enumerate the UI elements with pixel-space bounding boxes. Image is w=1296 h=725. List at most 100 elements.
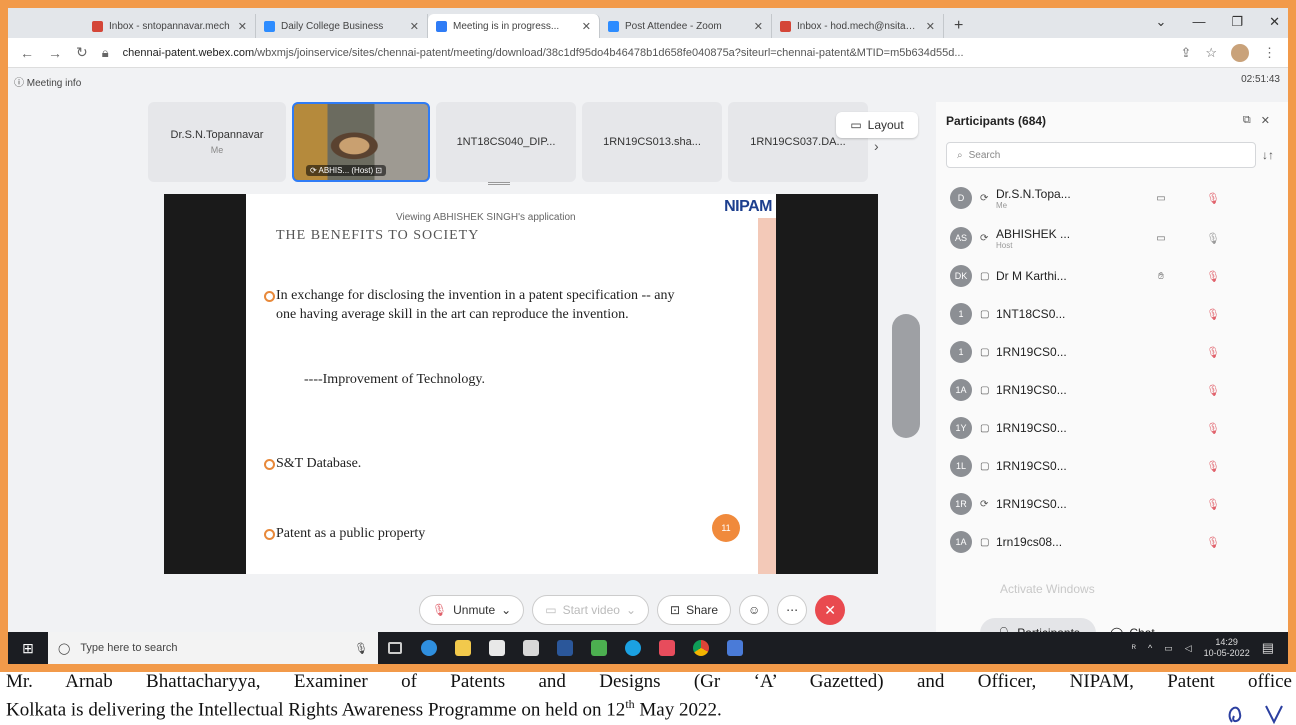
photos-icon[interactable] bbox=[582, 632, 616, 664]
avatar: 1R bbox=[950, 493, 972, 515]
browser-tab-3[interactable]: Post Attendee - Zoom ✕ bbox=[600, 14, 772, 38]
video-icon: ▭ bbox=[1156, 232, 1166, 244]
participants-title: Participants (684) bbox=[946, 114, 1047, 128]
participant-row[interactable]: DK ▢ Dr M Karthi... ✋︎ 🎙︎ bbox=[950, 258, 1250, 294]
mic-muted-icon: 🎙︎ bbox=[1206, 192, 1220, 205]
desktop-client-icon: ▢ bbox=[980, 422, 990, 434]
avatar: 1L bbox=[950, 455, 972, 477]
reload-icon[interactable]: ↻ bbox=[76, 44, 88, 61]
participant-row[interactable]: 1A ▢ 1RN19CS0... 🎙︎ bbox=[950, 372, 1250, 408]
screenshot: Inbox - sntopannavar.mech ✕ Daily College… bbox=[8, 8, 1288, 664]
microphone-icon[interactable]: 🎙︎ bbox=[354, 642, 368, 655]
close-tab-icon[interactable]: ✕ bbox=[582, 20, 591, 33]
meeting-info-link[interactable]: ⓘ Meeting info bbox=[14, 74, 81, 89]
people-icon[interactable]: ᴿ bbox=[1132, 643, 1136, 653]
slide-bullet: In exchange for disclosing the invention… bbox=[264, 286, 686, 324]
slide-stripe bbox=[758, 218, 776, 574]
profile-avatar[interactable] bbox=[1231, 43, 1249, 62]
close-tab-icon[interactable]: ✕ bbox=[410, 20, 419, 33]
gmail-icon bbox=[92, 20, 103, 32]
browser-tab-1[interactable]: Daily College Business ✕ bbox=[256, 14, 428, 38]
mail-icon[interactable] bbox=[514, 632, 548, 664]
close-tab-icon[interactable]: ✕ bbox=[926, 20, 935, 33]
participant-name: 1NT18CS0... bbox=[996, 307, 1066, 321]
windows-start-icon[interactable]: ⊞ bbox=[8, 640, 48, 657]
share-button[interactable]: ⊡ Share bbox=[657, 595, 732, 625]
leave-meeting-button[interactable]: ✕ bbox=[815, 595, 846, 625]
browser-tab-4[interactable]: Inbox - hod.mech@nsitac.in ✕ bbox=[772, 14, 944, 38]
share-page-icon[interactable]: ⇪ bbox=[1180, 45, 1191, 61]
participant-row[interactable]: 1Y ▢ 1RN19CS0... 🎙︎ bbox=[950, 410, 1250, 446]
close-window-icon[interactable]: ✕ bbox=[1269, 14, 1280, 30]
browser-tab-0[interactable]: Inbox - sntopannavar.mech ✕ bbox=[84, 14, 256, 38]
host-video-thumbnail[interactable]: ⟳ ABHIS... (Host) ⊡ bbox=[292, 102, 430, 182]
address-bar: ← → ↻ 🔒︎ chennai-patent.webex.com/wbxmjs… bbox=[8, 38, 1288, 68]
reactions-button[interactable]: ☺ bbox=[739, 595, 770, 625]
new-tab-button[interactable]: + bbox=[944, 14, 973, 38]
participant-row[interactable]: 1 ▢ 1RN19CS0... 🎙︎ bbox=[950, 334, 1250, 370]
bookmark-star-icon[interactable]: ☆ bbox=[1205, 45, 1217, 61]
mic-muted-icon: 🎙︎ bbox=[431, 603, 448, 617]
more-options-button[interactable]: ⋯ bbox=[777, 595, 808, 625]
host-label: ⟳ ABHIS... (Host) ⊡ bbox=[306, 165, 387, 176]
taskbar-clock[interactable]: 14:29 10-05-2022 bbox=[1204, 637, 1250, 659]
avatar: DK bbox=[950, 265, 972, 287]
menu-icon[interactable]: ⋮ bbox=[1263, 45, 1276, 61]
close-panel-icon[interactable]: ✕ bbox=[1261, 114, 1270, 127]
task-view-icon[interactable] bbox=[378, 632, 412, 664]
word-icon[interactable] bbox=[548, 632, 582, 664]
participant-row[interactable]: 1L ▢ 1RN19CS0... 🎙︎ bbox=[950, 448, 1250, 484]
window-controls: ⌄ — ❐ ✕ bbox=[1156, 14, 1280, 30]
file-explorer-icon[interactable] bbox=[446, 632, 480, 664]
restore-icon[interactable]: ❐ bbox=[1231, 14, 1243, 30]
self-thumbnail[interactable]: Dr.S.N.Topannavar Me bbox=[148, 102, 286, 182]
forward-icon[interactable]: → bbox=[48, 45, 62, 61]
strip-resize-handle[interactable] bbox=[488, 182, 510, 185]
participant-row[interactable]: 1 ▢ 1NT18CS0... 🎙︎ bbox=[950, 296, 1250, 332]
network-icon[interactable]: ▭ bbox=[1164, 643, 1173, 654]
lock-icon[interactable]: 🔒︎ bbox=[102, 45, 109, 61]
store-icon[interactable] bbox=[480, 632, 514, 664]
browser-tab-2[interactable]: Meeting is in progress... ✕ bbox=[428, 14, 600, 38]
tab-favicon bbox=[264, 20, 275, 32]
notifications-icon[interactable]: ▤ bbox=[1262, 640, 1274, 656]
popout-icon[interactable]: ⧉ bbox=[1243, 114, 1251, 127]
close-tab-icon[interactable]: ✕ bbox=[238, 20, 247, 33]
desktop-client-icon: ▢ bbox=[980, 460, 990, 472]
chrome-icon[interactable] bbox=[684, 632, 718, 664]
participant-thumbnail[interactable]: 1RN19CS013.sha... bbox=[582, 102, 722, 182]
participant-row[interactable]: AS ⟳ ABHISHEK ... Host ▭ 🎙︎ bbox=[950, 220, 1250, 256]
avatar: 1A bbox=[950, 531, 972, 553]
layout-button[interactable]: ▭ Layout bbox=[836, 112, 918, 138]
annotation-toolbar[interactable] bbox=[892, 314, 920, 438]
chevron-right-icon[interactable]: › bbox=[874, 138, 879, 154]
share-icon: ⊡ bbox=[670, 603, 681, 617]
volume-icon[interactable]: ◁ bbox=[1185, 643, 1192, 654]
participant-search-input[interactable]: ⌕ Search bbox=[946, 142, 1256, 168]
browser-tab-bar: Inbox - sntopannavar.mech ✕ Daily College… bbox=[8, 8, 1288, 38]
participant-name: Dr M Karthi... bbox=[996, 269, 1067, 283]
minimize-icon[interactable]: — bbox=[1192, 14, 1205, 30]
participant-thumbnail[interactable]: 1NT18CS040_DIP... bbox=[436, 102, 576, 182]
snip-icon[interactable] bbox=[650, 632, 684, 664]
webex-app-icon[interactable] bbox=[718, 632, 752, 664]
unmute-button[interactable]: 🎙︎ Unmute ⌄ bbox=[418, 595, 525, 625]
close-tab-icon[interactable]: ✕ bbox=[754, 20, 763, 33]
edge-icon[interactable] bbox=[412, 632, 446, 664]
participant-row[interactable]: D ⟳ Dr.S.N.Topa... Me ▭ 🎙︎ bbox=[950, 180, 1250, 216]
internet-explorer-icon[interactable] bbox=[616, 632, 650, 664]
back-icon[interactable]: ← bbox=[20, 45, 34, 61]
tab-search-icon[interactable]: ⌄ bbox=[1156, 14, 1167, 30]
url-field[interactable]: chennai-patent.webex.com/wbxmjs/joinserv… bbox=[123, 47, 1167, 59]
participant-name: 1RN19CS0... bbox=[996, 345, 1067, 359]
chevron-down-icon: ⌄ bbox=[625, 603, 636, 617]
participant-row[interactable]: 1R ⟳ 1RN19CS0... 🎙︎ bbox=[950, 486, 1250, 522]
participant-row[interactable]: 1A ▢ 1rn19cs08... 🎙︎ bbox=[950, 524, 1250, 560]
handwritten-signature bbox=[1228, 705, 1283, 725]
mic-muted-icon: 🎙︎ bbox=[1206, 422, 1220, 435]
mic-muted-icon: 🎙︎ bbox=[1206, 384, 1220, 397]
taskbar-search-input[interactable]: ◯ Type here to search 🎙︎ bbox=[48, 632, 378, 664]
start-video-button[interactable]: ▭ Start video ⌄ bbox=[532, 595, 649, 625]
tray-overflow-icon[interactable]: ^ bbox=[1148, 643, 1152, 653]
sort-icon[interactable]: ↓↑ bbox=[1262, 148, 1274, 162]
